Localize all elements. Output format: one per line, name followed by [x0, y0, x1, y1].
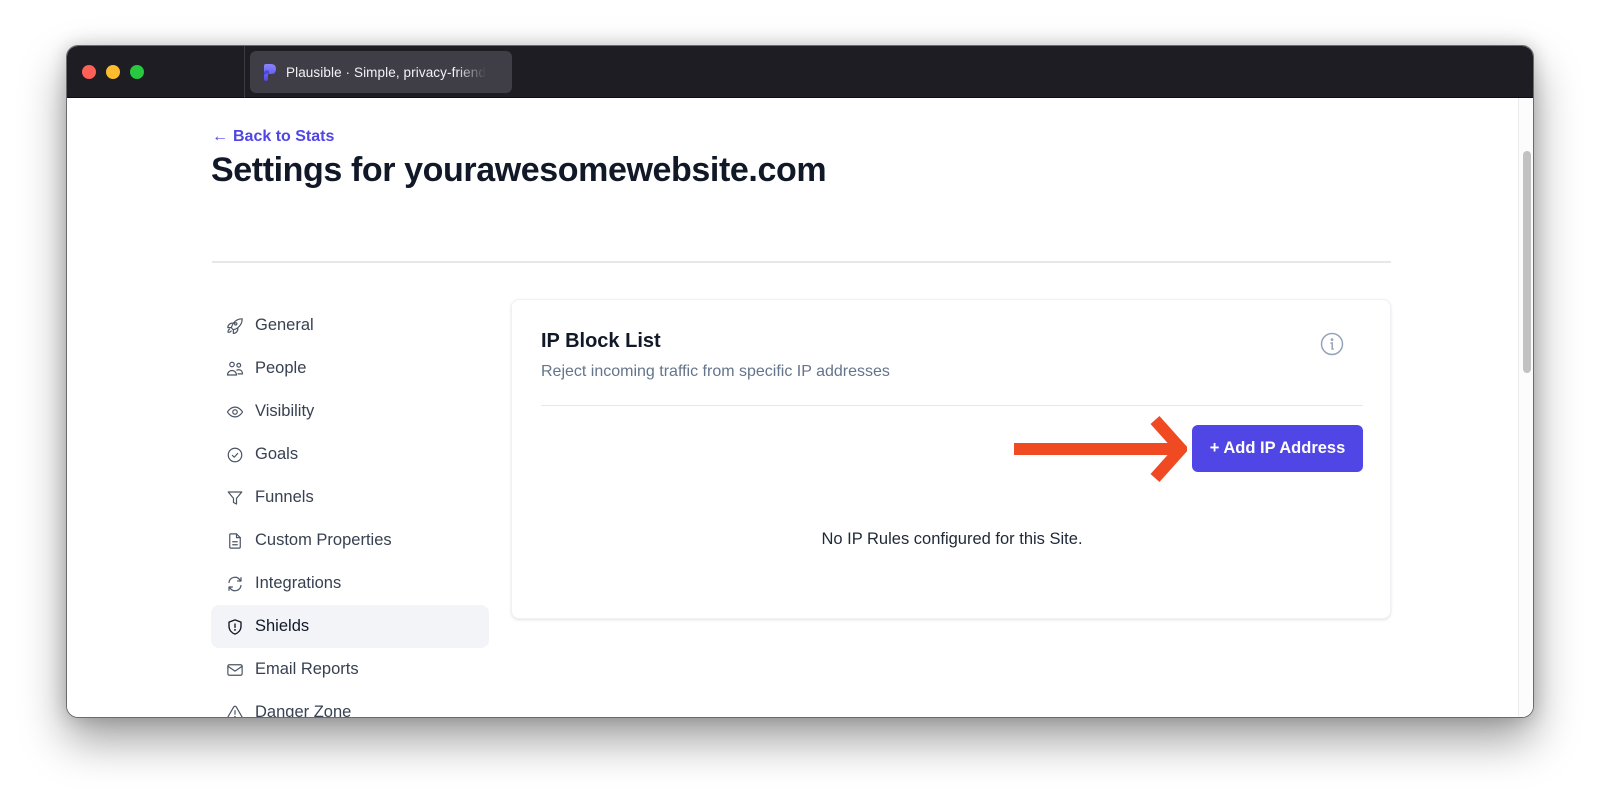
- add-ip-address-button[interactable]: + Add IP Address: [1192, 425, 1363, 472]
- sidebar-item-general[interactable]: General: [211, 304, 489, 347]
- document-icon: [229, 532, 241, 549]
- envelope-icon: [227, 663, 243, 676]
- sidebar-item-funnels[interactable]: Funnels: [211, 476, 489, 519]
- vertical-scrollbar[interactable]: [1518, 98, 1533, 717]
- sidebar-item-people[interactable]: People: [211, 347, 489, 390]
- sidebar-item-visibility[interactable]: Visibility: [211, 390, 489, 433]
- sidebar-item-label: Email Reports: [255, 660, 359, 678]
- scrollbar-thumb[interactable]: [1523, 151, 1531, 373]
- header-divider: [212, 261, 1391, 263]
- window-zoom-button[interactable]: [130, 65, 144, 79]
- sidebar-item-goals[interactable]: Goals: [211, 433, 489, 476]
- annotation-arrow-icon: [1014, 416, 1187, 482]
- info-circle-icon[interactable]: [1320, 332, 1344, 356]
- card-subtitle: Reject incoming traffic from specific IP…: [541, 363, 890, 380]
- warning-triangle-icon: [227, 705, 243, 717]
- window-minimize-button[interactable]: [106, 65, 120, 79]
- sidebar-item-custom-properties[interactable]: Custom Properties: [211, 519, 489, 562]
- empty-state-message: No IP Rules configured for this Site.: [821, 530, 1083, 548]
- page-title: Settings for yourawesomewebsite.com: [211, 151, 827, 189]
- sidebar-item-label: Funnels: [255, 488, 314, 506]
- sidebar-item-label: Integrations: [255, 574, 342, 592]
- check-circle-icon: [227, 447, 243, 462]
- users-icon: [226, 361, 244, 376]
- sidebar-item-email-reports[interactable]: Email Reports: [211, 648, 489, 691]
- refresh-icon: [228, 576, 242, 591]
- sidebar-item-label: Danger Zone: [255, 703, 352, 718]
- sidebar-item-label: Goals: [255, 445, 299, 463]
- sidebar-item-danger-zone[interactable]: Danger Zone: [211, 691, 489, 718]
- browser-titlebar: Plausible · Simple, privacy-friendly ana…: [67, 46, 1533, 98]
- sidebar-item-integrations[interactable]: Integrations: [211, 562, 489, 605]
- sidebar-item-shields[interactable]: Shields: [211, 605, 489, 648]
- ip-block-list-card: IP Block List Reject incoming traffic fr…: [511, 299, 1391, 619]
- tab-title: Plausible · Simple, privacy-friendly ana…: [286, 64, 486, 80]
- eye-icon: [226, 406, 244, 417]
- sidebar-item-label: Custom Properties: [255, 531, 392, 549]
- page-viewport: ← Back to Stats Settings for yourawesome…: [67, 98, 1533, 718]
- sidebar-item-label: Shields: [255, 617, 310, 635]
- browser-tab[interactable]: Plausible · Simple, privacy-friendly ana…: [250, 51, 512, 93]
- settings-sidebar: General People Visibility Goals Funnels …: [211, 304, 489, 718]
- arrow-left-icon: ←: [212, 128, 228, 145]
- back-to-stats-link[interactable]: ← Back to Stats: [212, 128, 334, 146]
- card-title: IP Block List: [541, 330, 661, 352]
- shield-exclamation-icon: [228, 618, 242, 635]
- sidebar-item-label: People: [255, 359, 307, 377]
- card-divider: [541, 405, 1363, 406]
- window-close-button[interactable]: [82, 65, 96, 79]
- browser-window: Plausible · Simple, privacy-friendly ana…: [66, 45, 1534, 718]
- sidebar-item-label: General: [255, 316, 314, 334]
- plausible-logo-icon: [264, 63, 276, 81]
- titlebar-divider: [244, 46, 245, 98]
- rocket-icon: [227, 317, 243, 334]
- back-link-label: Back to Stats: [233, 128, 335, 145]
- funnel-icon: [227, 490, 243, 505]
- sidebar-item-label: Visibility: [255, 402, 315, 420]
